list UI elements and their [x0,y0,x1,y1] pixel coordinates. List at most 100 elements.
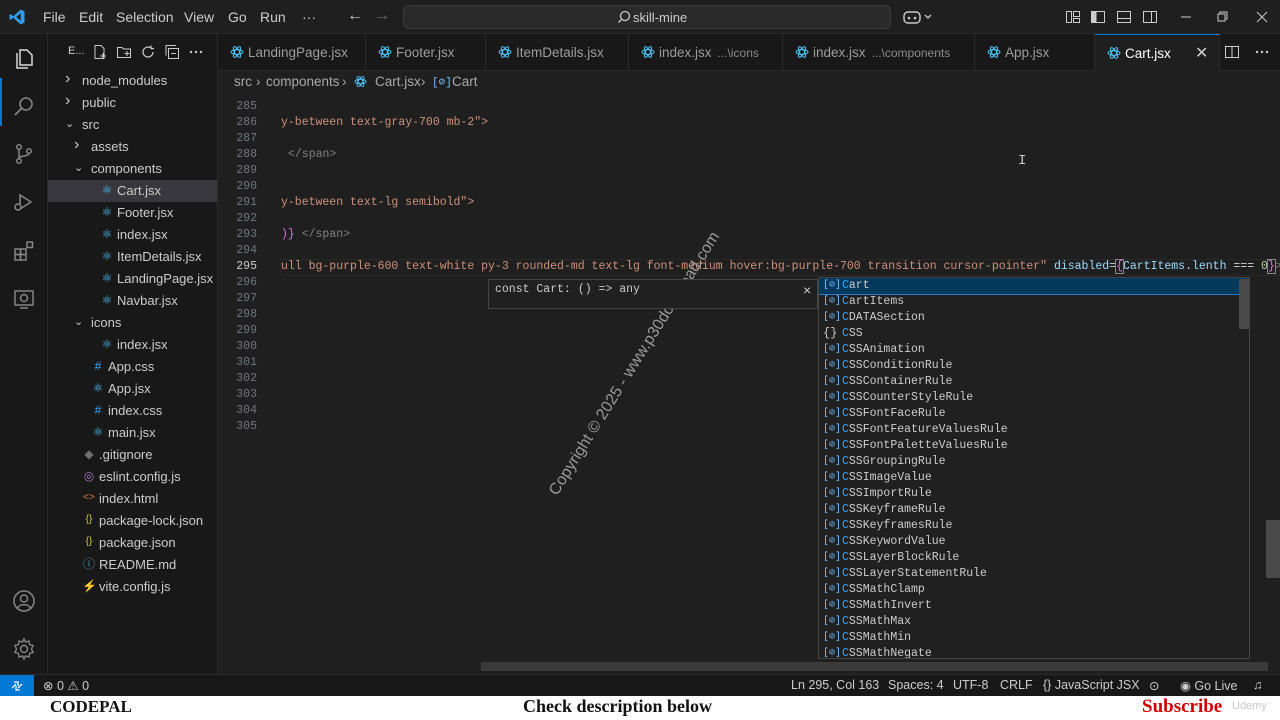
back-arrow-icon[interactable]: ← [347,7,363,25]
copilot-status-icon[interactable]: ⊙ [1149,678,1159,693]
caption-subscribe[interactable]: Subscribe [1142,696,1222,718]
new-file-icon[interactable] [92,44,108,60]
tree-file[interactable]: ⚛ LandingPage.jsx [48,268,217,290]
indentation[interactable]: Spaces: 4 [888,678,944,692]
editor-tab[interactable]: index.jsx ...\components [783,34,975,71]
breadcrumb-src[interactable]: src [234,74,252,89]
horizontal-scrollbar[interactable] [481,662,1268,671]
menu-selection[interactable]: Selection [116,9,174,25]
remote-indicator[interactable] [0,675,34,697]
new-folder-icon[interactable] [116,44,132,60]
tree-file[interactable]: ◆ .gitignore [48,444,217,466]
editor-tab[interactable]: LandingPage.jsx [218,34,366,71]
suggestion-item[interactable]: [⊘] CSSKeywordValue [819,534,1249,550]
refresh-explorer-icon[interactable] [140,44,156,60]
notifications-bell-icon[interactable]: ♫ [1253,678,1262,692]
tree-folder[interactable]: › assets [48,136,217,158]
minimize-icon[interactable] [1178,9,1194,25]
collapse-folders-icon[interactable] [164,44,180,60]
tree-folder[interactable]: › public [48,92,217,114]
suggestion-item[interactable]: [⊘] CSSKeyframeRule [819,502,1249,518]
split-editor-icon[interactable] [1224,44,1240,60]
tree-file[interactable]: ◎ eslint.config.js [48,466,217,488]
problems-indicator[interactable]: ⊗ 0 ⚠ 0 [43,678,89,693]
suggestion-item[interactable]: [⊘] CSSImportRule [819,486,1249,502]
tree-folder[interactable]: › node_modules [48,70,217,92]
accounts-icon[interactable] [12,589,36,613]
go-live-button[interactable]: ◉ Go Live [1180,678,1238,693]
menu-run[interactable]: Run [260,9,286,25]
close-tab-icon[interactable]: ✕ [1195,43,1208,63]
toggle-primary-sidebar-icon[interactable] [1090,9,1106,25]
run-debug-icon[interactable] [12,190,36,214]
menu-file[interactable]: File [43,9,66,25]
toggle-secondary-sidebar-icon[interactable] [1142,9,1158,25]
tree-file[interactable]: ⚛ App.jsx [48,378,217,400]
restore-icon[interactable] [1214,9,1230,25]
menu-go[interactable]: Go [228,9,247,25]
tree-file[interactable]: {} package.json [48,532,217,554]
tree-file[interactable]: ⚛ Cart.jsx [48,180,217,202]
close-hover-icon[interactable]: × [803,282,811,298]
menu-view[interactable]: View [184,9,214,25]
suggestion-item[interactable]: [⊘] CSSMathMin [819,630,1249,646]
editor-tab[interactable]: ItemDetails.jsx [486,34,629,71]
tree-file[interactable]: ⚛ index.jsx [48,224,217,246]
remote-explorer-icon[interactable] [12,287,36,311]
tree-file[interactable]: ⚡ vite.config.js [48,576,217,598]
breadcrumb-file[interactable]: Cart.jsx [375,74,421,89]
breadcrumb-symbol[interactable]: Cart [452,74,478,89]
suggestion-item[interactable]: [⊘] CSSLayerBlockRule [819,550,1249,566]
tree-file[interactable]: ⚛ Navbar.jsx [48,290,217,312]
tree-file[interactable]: {} package-lock.json [48,510,217,532]
search-view-icon[interactable] [12,94,36,118]
tree-folder[interactable]: ⌄ src [48,114,217,136]
tree-file[interactable]: # index.css [48,400,217,422]
suggestion-item[interactable]: [⊘] CSSCounterStyleRule [819,390,1249,406]
suggestion-item[interactable]: [⊘] CartItems [819,294,1249,310]
tree-file[interactable]: ⚛ Footer.jsx [48,202,217,224]
suggestion-item[interactable]: [⊘] CSSContainerRule [819,374,1249,390]
forward-arrow-icon[interactable]: → [374,7,390,25]
breadcrumb-components[interactable]: components [266,74,340,89]
editor-tab[interactable]: index.jsx ...\icons [629,34,783,71]
suggestion-item[interactable]: [⊘] CSSFontFeatureValuesRule [819,422,1249,438]
more-actions-icon[interactable] [188,44,204,60]
command-center-search[interactable]: skill-mine [403,5,891,29]
menu-more[interactable]: ··· [302,9,316,25]
suggestion-item[interactable]: [⊘] CSSKeyframesRule [819,518,1249,534]
tree-file[interactable]: ⚛ index.jsx [48,334,217,356]
suggestion-item[interactable]: [⊘] CSSMathNegate [819,646,1249,658]
tree-file[interactable]: ⚛ ItemDetails.jsx [48,246,217,268]
line-ending[interactable]: CRLF [1000,678,1033,692]
toggle-panel-icon[interactable] [1116,9,1132,25]
language-mode[interactable]: {} JavaScript JSX [1043,678,1140,692]
suggestion-item[interactable]: [⊘] CSSConditionRule [819,358,1249,374]
copilot-icon[interactable] [903,9,933,25]
suggestion-item[interactable]: [⊘] CSSLayerStatementRule [819,566,1249,582]
tree-file[interactable]: ⓘ README.md [48,554,217,576]
tree-folder[interactable]: ⌄ icons [48,312,217,334]
tree-file[interactable]: <> index.html [48,488,217,510]
tree-folder[interactable]: ⌄ components [48,158,217,180]
tree-file[interactable]: ⚛ main.jsx [48,422,217,444]
manage-gear-icon[interactable] [12,637,36,661]
suggestion-item[interactable]: {} CSS [819,326,1249,342]
suggestion-item[interactable]: [⊘] CSSMathInvert [819,598,1249,614]
editor-tab[interactable]: Footer.jsx [366,34,486,71]
suggestion-item[interactable]: [⊘] CSSAnimation [819,342,1249,358]
suggestion-item[interactable]: [⊘] CSSFontFaceRule [819,406,1249,422]
editor-tab[interactable]: App.jsx [975,34,1095,71]
customize-layout-icon[interactable] [1065,9,1081,25]
suggest-scrollbar[interactable] [1239,279,1249,329]
suggestion-item[interactable]: [⊘] Cart [819,278,1249,295]
source-control-icon[interactable] [12,142,36,166]
suggestion-item[interactable]: [⊘] CSSMathClamp [819,582,1249,598]
suggestion-item[interactable]: [⊘] CDATASection [819,310,1249,326]
suggestion-item[interactable]: [⊘] CSSMathMax [819,614,1249,630]
close-window-icon[interactable] [1254,9,1270,25]
explorer-icon[interactable] [12,47,36,71]
suggestion-item[interactable]: [⊘] CSSGroupingRule [819,454,1249,470]
encoding[interactable]: UTF-8 [953,678,988,692]
tree-file[interactable]: # App.css [48,356,217,378]
